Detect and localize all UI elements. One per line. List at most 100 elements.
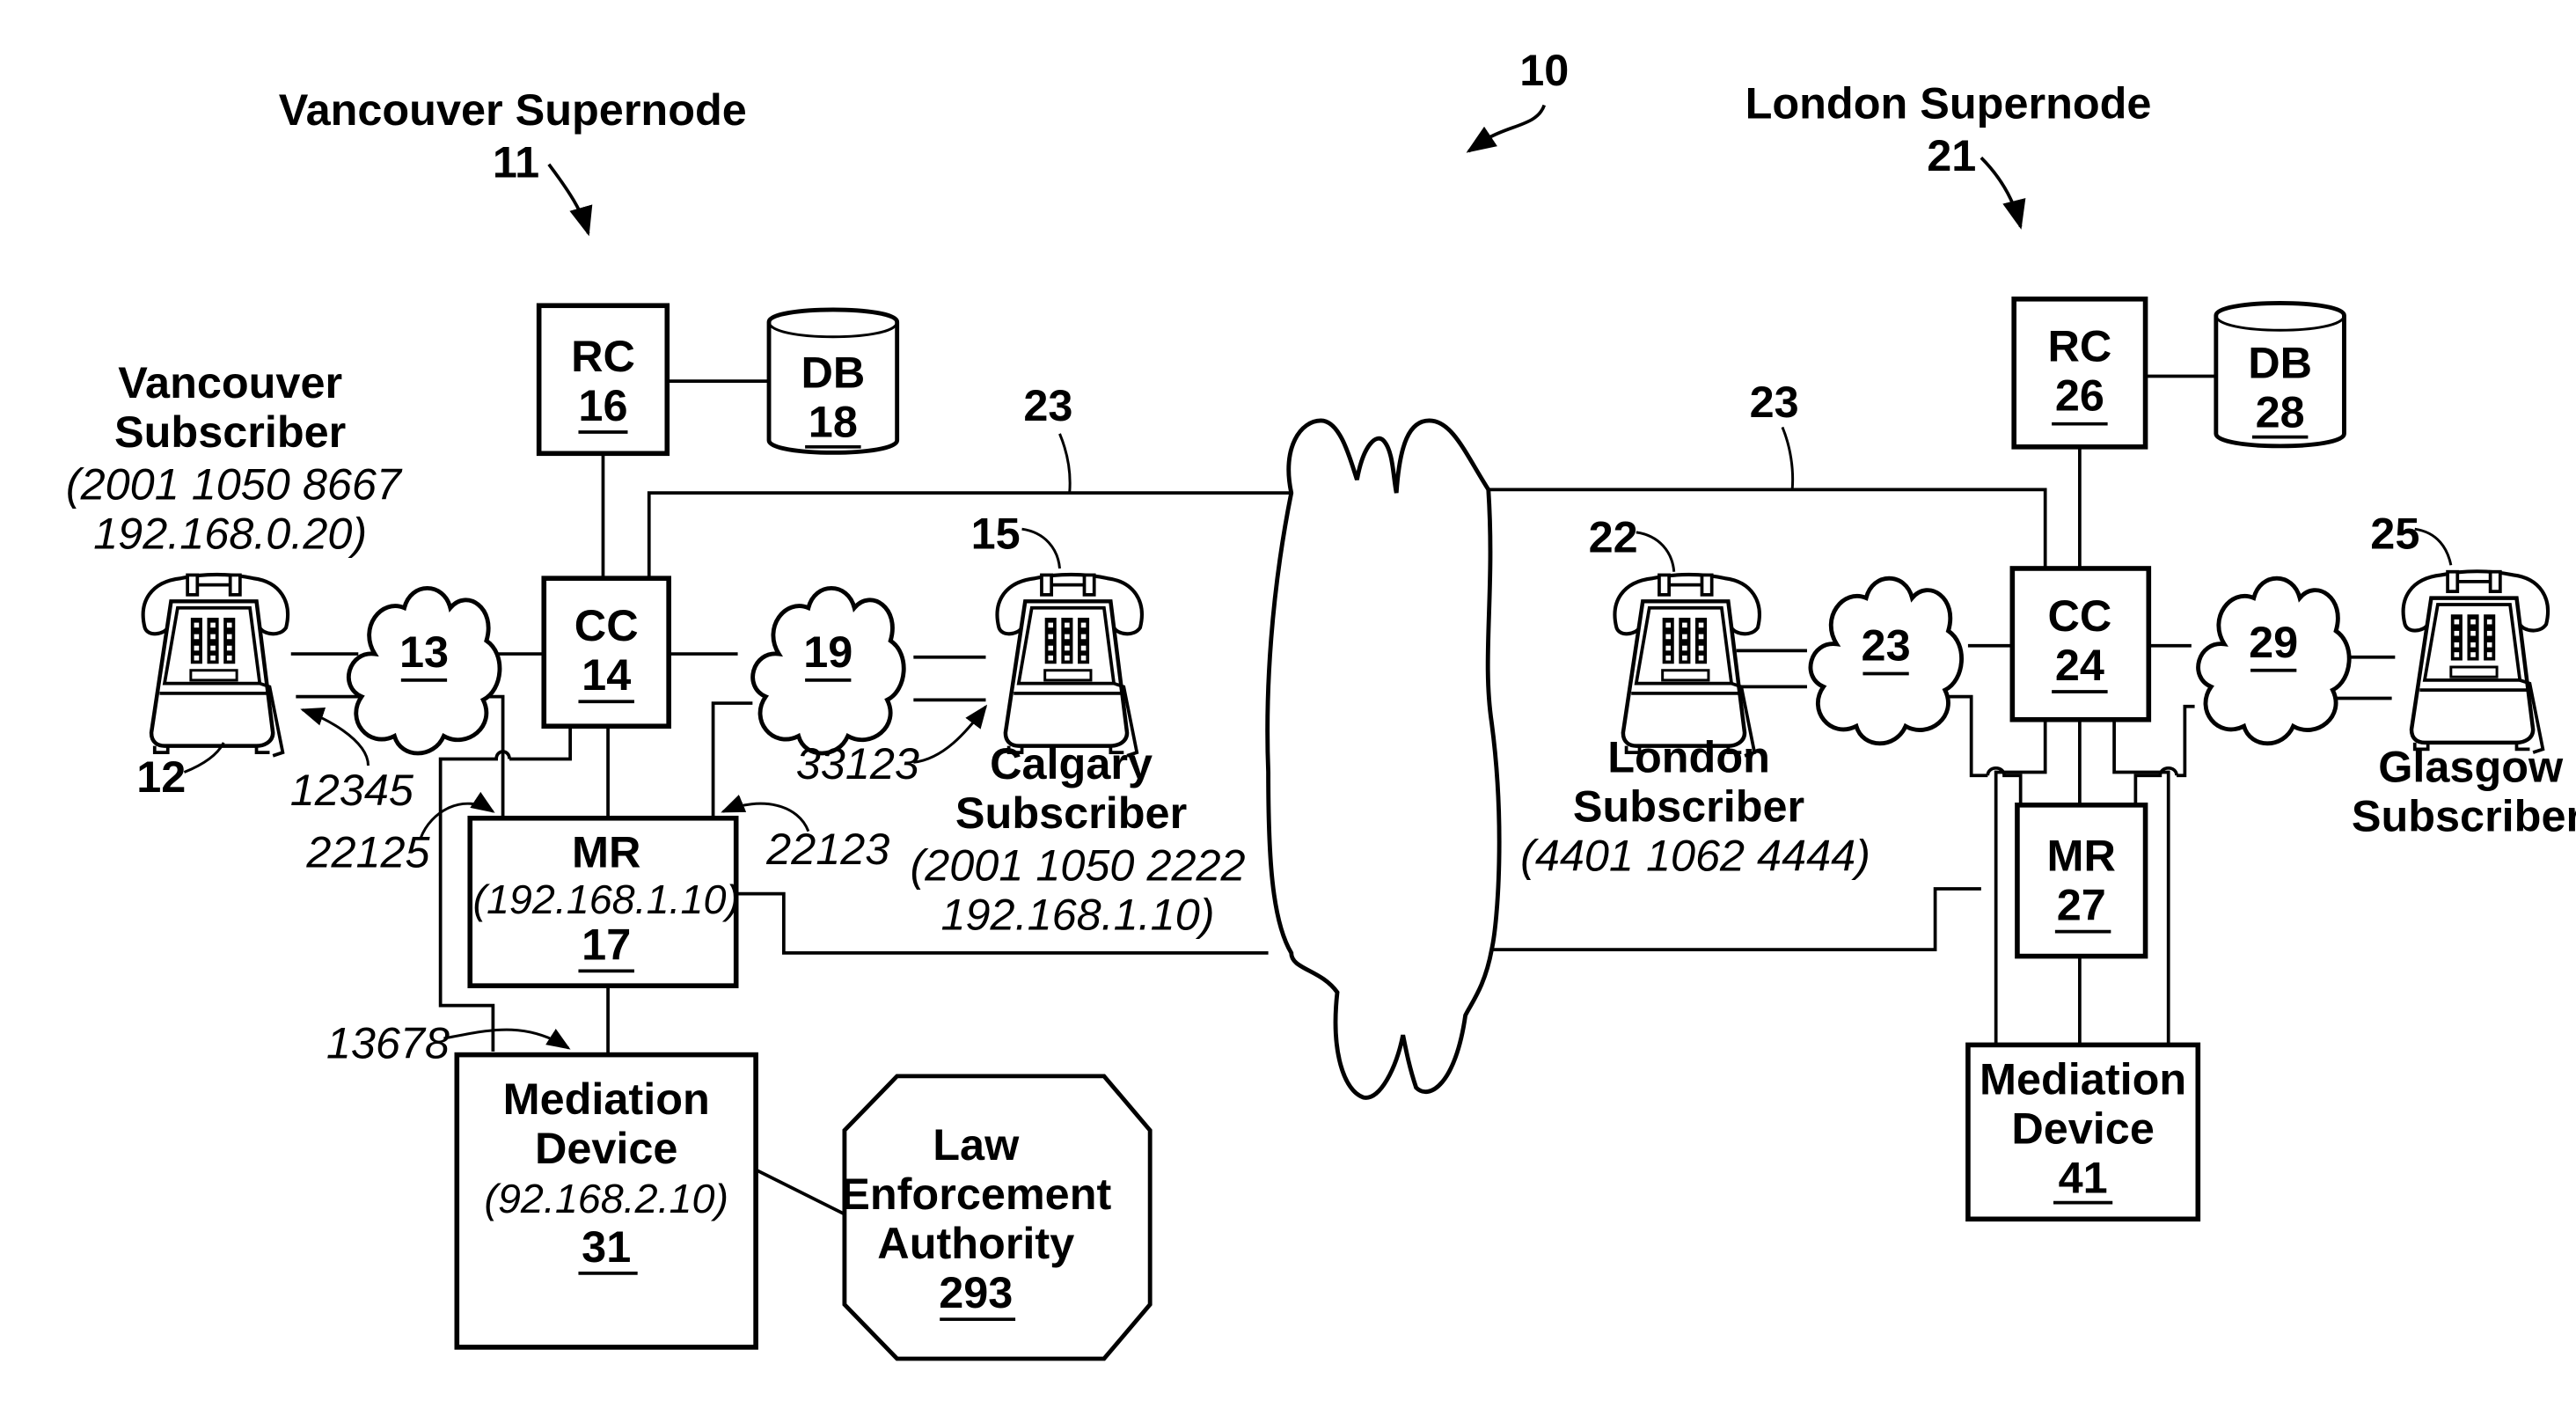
figure-ref-arrow [1466, 104, 1547, 153]
glasgow-subscriber-line1: Glasgow [2378, 742, 2564, 792]
mr17-node[interactable]: MR (192.168.1.10) 17 [467, 815, 740, 988]
wire-cc14-tap-left [509, 726, 572, 761]
md41-name-line2: Device [2011, 1103, 2155, 1153]
london-supernode-title: London Supernode [1745, 77, 2152, 128]
calgary-subscriber-line1: Calgary [990, 738, 1153, 788]
glasgow-subscriber-line2: Subscriber [2352, 791, 2576, 841]
port-22123-label: 22123 [765, 824, 889, 874]
cloud-23-label: 23 [1862, 620, 1911, 671]
phone-icon [2404, 571, 2548, 752]
link-23-right-leader [1781, 426, 1795, 490]
figure-ref-label: 10 [1466, 45, 1569, 153]
md31-address: (92.168.2.10) [484, 1176, 728, 1221]
mr27-name: MR [2047, 830, 2116, 880]
cloud-29[interactable]: 29 [2199, 578, 2350, 744]
rc16-ref: 16 [578, 380, 627, 430]
link-23-right-label: 23 [1750, 377, 1799, 427]
link-23-left-leader [1058, 433, 1072, 494]
db28-node[interactable]: DB 28 [2214, 301, 2346, 449]
network-diagram: Vancouver Supernode 11 10 London Superno… [66, 45, 2576, 1361]
cloud-19[interactable]: 19 [753, 588, 904, 753]
db18-name: DB [801, 348, 865, 398]
rc26-node[interactable]: RC 26 [2011, 296, 2148, 450]
vancouver-subscriber-line2: Subscriber [114, 407, 346, 457]
wire-md31-lea293 [755, 1168, 849, 1218]
phone-icon [1615, 575, 1760, 756]
vancouver-subscriber[interactable]: Vancouver Subscriber (2001 1050 8667 192… [66, 357, 403, 802]
london-subscriber-number: (4401 1062 4444) [1520, 830, 1870, 880]
link-23-left-label: 23 [1023, 380, 1072, 430]
cloud-23[interactable]: 23 [1811, 578, 1962, 744]
london-supernode-label: London Supernode 21 [1745, 77, 2152, 230]
db18-ref: 18 [809, 397, 858, 447]
glasgow-subscriber-ref: 25 [2370, 509, 2419, 559]
cloud-29-label: 29 [2249, 617, 2298, 667]
wire-cloud19-mr17 [711, 701, 753, 818]
port-22125-label: 22125 [305, 827, 430, 877]
cloud-19-label: 19 [803, 627, 853, 677]
port-13678-label: 13678 [326, 1017, 450, 1067]
london-supernode-ref: 21 [1927, 130, 1976, 180]
port-12345-label: 12345 [290, 765, 414, 815]
cc14-ref: 14 [582, 649, 631, 700]
md41-node[interactable]: Mediation Device 41 [1965, 1042, 2201, 1222]
lea293-node[interactable]: Law Enforcement Authority 293 [840, 1074, 1153, 1361]
port-33123-label: 33123 [796, 738, 919, 788]
london-subscriber-line2: Subscriber [1573, 781, 1804, 831]
core-network-cloud [1265, 418, 1502, 1100]
md41-ref: 41 [2059, 1152, 2108, 1202]
wire-cloud29-mr27 [2177, 704, 2195, 778]
vancouver-subscriber-line1: Vancouver [118, 357, 342, 407]
md31-ref: 31 [582, 1221, 631, 1272]
lea293-line3: Authority [877, 1218, 1074, 1268]
vancouver-subscriber-number: (2001 1050 8667 [66, 459, 403, 510]
lea293-ref: 293 [939, 1267, 1013, 1317]
rc16-node[interactable]: RC 16 [536, 303, 670, 457]
mr17-address: (192.168.1.10) [472, 876, 740, 922]
db18-node[interactable]: DB 18 [766, 307, 900, 455]
london-subscriber-ref: 22 [1589, 511, 1638, 561]
db28-name: DB [2248, 337, 2312, 387]
mr27-ref: 27 [2057, 880, 2106, 930]
vancouver-supernode-label: Vancouver Supernode 11 [279, 84, 747, 237]
vancouver-supernode-arrow [547, 163, 593, 237]
mr27-node[interactable]: MR 27 [2015, 803, 2148, 959]
phone-icon [143, 575, 288, 756]
db28-ref: 28 [2256, 386, 2305, 436]
wire-cloud23-mr27 [1948, 694, 1988, 778]
cloud-13-label: 13 [399, 627, 449, 677]
wire-crosslink-right-mr27 [1491, 887, 1981, 951]
lea293-line2: Enforcement [840, 1169, 1111, 1219]
london-subscriber-line1: London [1607, 731, 1770, 781]
london-supernode-arrow [1980, 156, 2026, 230]
vancouver-supernode-title: Vancouver Supernode [279, 84, 747, 135]
cc24-ref: 24 [2055, 640, 2104, 690]
glasgow-subscriber[interactable]: 25 Glasgow Subscriber [2352, 509, 2576, 841]
md31-name-line1: Mediation [503, 1074, 710, 1124]
cc24-node[interactable]: CC 24 [2009, 566, 2152, 722]
calgary-subscriber[interactable]: 15 Calgary Subscriber (2001 1050 2222 19… [910, 509, 1245, 940]
vancouver-subscriber-ip: 192.168.0.20) [93, 509, 367, 559]
rc26-ref: 26 [2055, 370, 2104, 421]
calgary-subscriber-ref: 15 [971, 509, 1021, 559]
cc14-node[interactable]: CC 14 [541, 576, 671, 730]
md31-node[interactable]: Mediation Device (92.168.2.10) 31 [454, 1052, 758, 1350]
figure-ref: 10 [1519, 45, 1569, 95]
rc26-name: RC [2047, 321, 2111, 371]
md41-name-line1: Mediation [1980, 1053, 2186, 1104]
phone-icon [998, 575, 1142, 756]
vancouver-supernode-ref: 11 [493, 137, 539, 187]
calgary-subscriber-number: (2001 1050 2222 [910, 840, 1245, 891]
cc24-name: CC [2047, 590, 2111, 641]
link-23-right [1488, 488, 2047, 579]
rc16-name: RC [571, 331, 635, 381]
calgary-subscriber-ip: 192.168.1.10) [941, 890, 1215, 940]
mr17-ref: 17 [582, 919, 631, 969]
calgary-subscriber-line2: Subscriber [955, 788, 1187, 838]
cloud-13[interactable]: 13 [348, 588, 500, 753]
vancouver-subscriber-ref: 12 [136, 752, 186, 802]
cc14-name: CC [574, 600, 639, 650]
md31-name-line2: Device [535, 1123, 678, 1173]
lea293-line1: Law [933, 1119, 1020, 1170]
mr17-name: MR [572, 827, 640, 877]
